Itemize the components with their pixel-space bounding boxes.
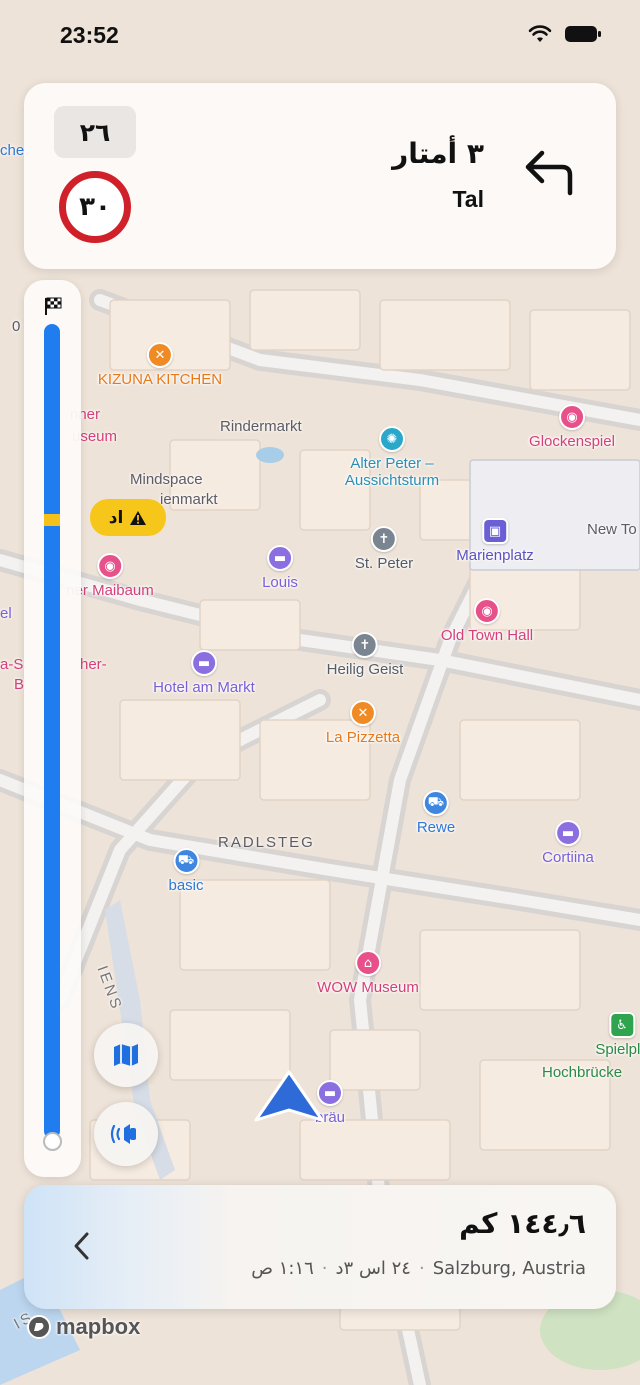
poi-old-town-hall[interactable]: ◉ Old Town Hall xyxy=(441,598,533,644)
incident-alert-badge[interactable]: اد xyxy=(90,499,166,536)
label-partial-0: 0 xyxy=(12,318,21,335)
mapbox-logo-icon xyxy=(27,1315,51,1339)
map-icon xyxy=(114,1044,138,1066)
restaurant-icon: ✕ xyxy=(147,342,173,368)
label-new-town: New To xyxy=(587,521,637,538)
poi-st-peter[interactable]: ✝ St. Peter xyxy=(355,526,413,572)
hotel-icon: ▬ xyxy=(266,545,293,571)
church-icon: ✝ xyxy=(351,632,378,658)
location-puck-icon xyxy=(254,1070,324,1122)
poi-louis[interactable]: ▬ Louis xyxy=(262,545,298,591)
label-mindspace: Mindspace xyxy=(130,471,203,488)
poi-basic[interactable]: ⛟ basic xyxy=(168,848,204,894)
mapbox-logo-text: mapbox xyxy=(56,1314,141,1339)
speed-limit-sign: ٣٠ xyxy=(59,171,131,243)
poi-glockenspiel[interactable]: ◉ Glockenspiel xyxy=(529,404,615,450)
trip-summary-background xyxy=(24,1185,616,1309)
camera-icon: ◉ xyxy=(558,404,585,430)
poi-alter-peter[interactable]: ✺ Alter Peter – Aussichtsturm xyxy=(302,426,482,489)
viewpoint-icon: ✺ xyxy=(379,426,405,452)
separator: · xyxy=(418,1258,425,1279)
status-time: 23:52 xyxy=(60,22,119,48)
warning-icon xyxy=(130,510,147,525)
trip-details: Salzburg, Austria · ٢٤ اس ٣د · ١:١٦ ص xyxy=(251,1258,586,1279)
label-rindermarkt: Rindermarkt xyxy=(220,418,302,435)
separator: · xyxy=(321,1258,328,1279)
progress-knob xyxy=(43,1132,62,1151)
label-partial-che: che xyxy=(0,142,25,159)
chevron-left-icon[interactable] xyxy=(72,1231,92,1261)
label-radlsteg: RADLSTEG xyxy=(218,834,315,851)
battery-icon xyxy=(565,26,601,42)
shopping-cart-icon: ⛟ xyxy=(173,848,199,874)
checkered-flag-icon xyxy=(45,297,62,315)
hotel-icon: ▬ xyxy=(190,650,217,676)
poi-kizuna-kitchen[interactable]: ✕ KIZUNA KITCHEN xyxy=(98,342,222,388)
turn-left-arrow-icon xyxy=(525,150,573,196)
playground-icon: ♿ xyxy=(609,1012,635,1038)
poi-rewe[interactable]: ⛟ Rewe xyxy=(417,790,455,836)
route-progress-bar xyxy=(24,280,81,1177)
label-mindspace-2: ienmarkt xyxy=(160,491,218,508)
traffic-segment xyxy=(44,514,60,526)
label-hochbrucke: Hochbrücke xyxy=(542,1064,623,1081)
route-progress-track xyxy=(44,324,60,1139)
maneuver-street: Tal xyxy=(452,186,484,212)
restaurant-icon: ✕ xyxy=(350,700,376,726)
mapbox-logo[interactable]: mapbox xyxy=(26,1314,140,1340)
remaining-distance: ١٤٤٫٦ كم xyxy=(459,1207,586,1240)
map-overview-button[interactable] xyxy=(94,1023,158,1087)
shopping-cart-icon: ⛟ xyxy=(422,790,449,816)
poi-heilig-geist[interactable]: ✝ Heilig Geist xyxy=(327,632,403,678)
destination-name: Salzburg, Austria xyxy=(432,1258,586,1279)
label-partial-el: el xyxy=(0,605,12,622)
current-speed: ٢٦ xyxy=(54,106,136,158)
alert-text: اد xyxy=(108,507,124,528)
maneuver-distance: ٣ أمتار xyxy=(392,137,484,170)
poi-spielplatz[interactable]: ♿ Spielpla xyxy=(595,1012,640,1058)
poi-marienplatz[interactable]: ▣ Marienplatz xyxy=(456,518,534,564)
poi-hotel-am-markt[interactable]: ▬ Hotel am Markt xyxy=(153,650,255,696)
label-partial-b: B xyxy=(14,676,25,693)
camera-icon: ◉ xyxy=(473,598,500,624)
sound-toggle-button[interactable] xyxy=(94,1102,158,1166)
trip-summary-panel[interactable]: ١٤٤٫٦ كم Salzburg, Austria · ٢٤ اس ٣د · … xyxy=(24,1185,616,1309)
hotel-icon: ▬ xyxy=(555,820,581,846)
camera-icon: ◉ xyxy=(96,553,123,579)
label-partial-her: her- xyxy=(80,656,107,673)
poi-la-pizzetta[interactable]: ✕ La Pizzetta xyxy=(326,700,400,746)
poi-cortiina[interactable]: ▬ Cortiina xyxy=(542,820,594,866)
transit-icon: ▣ xyxy=(481,518,508,544)
museum-icon: ⌂ xyxy=(354,950,381,976)
label-partial-as: a-S xyxy=(0,656,24,673)
poi-wow-museum[interactable]: ⌂ WOW Museum xyxy=(317,950,419,996)
status-icons xyxy=(528,24,602,44)
arrival-time: ١:١٦ ص xyxy=(251,1258,314,1279)
wifi-icon xyxy=(528,25,552,42)
maneuver-panel[interactable]: ٢٦ ٣٠ ٣ أمتار Tal xyxy=(24,83,616,269)
church-icon: ✝ xyxy=(370,526,397,552)
speaker-icon xyxy=(110,1124,136,1144)
remaining-duration: ٢٤ اس ٣د xyxy=(335,1258,411,1279)
